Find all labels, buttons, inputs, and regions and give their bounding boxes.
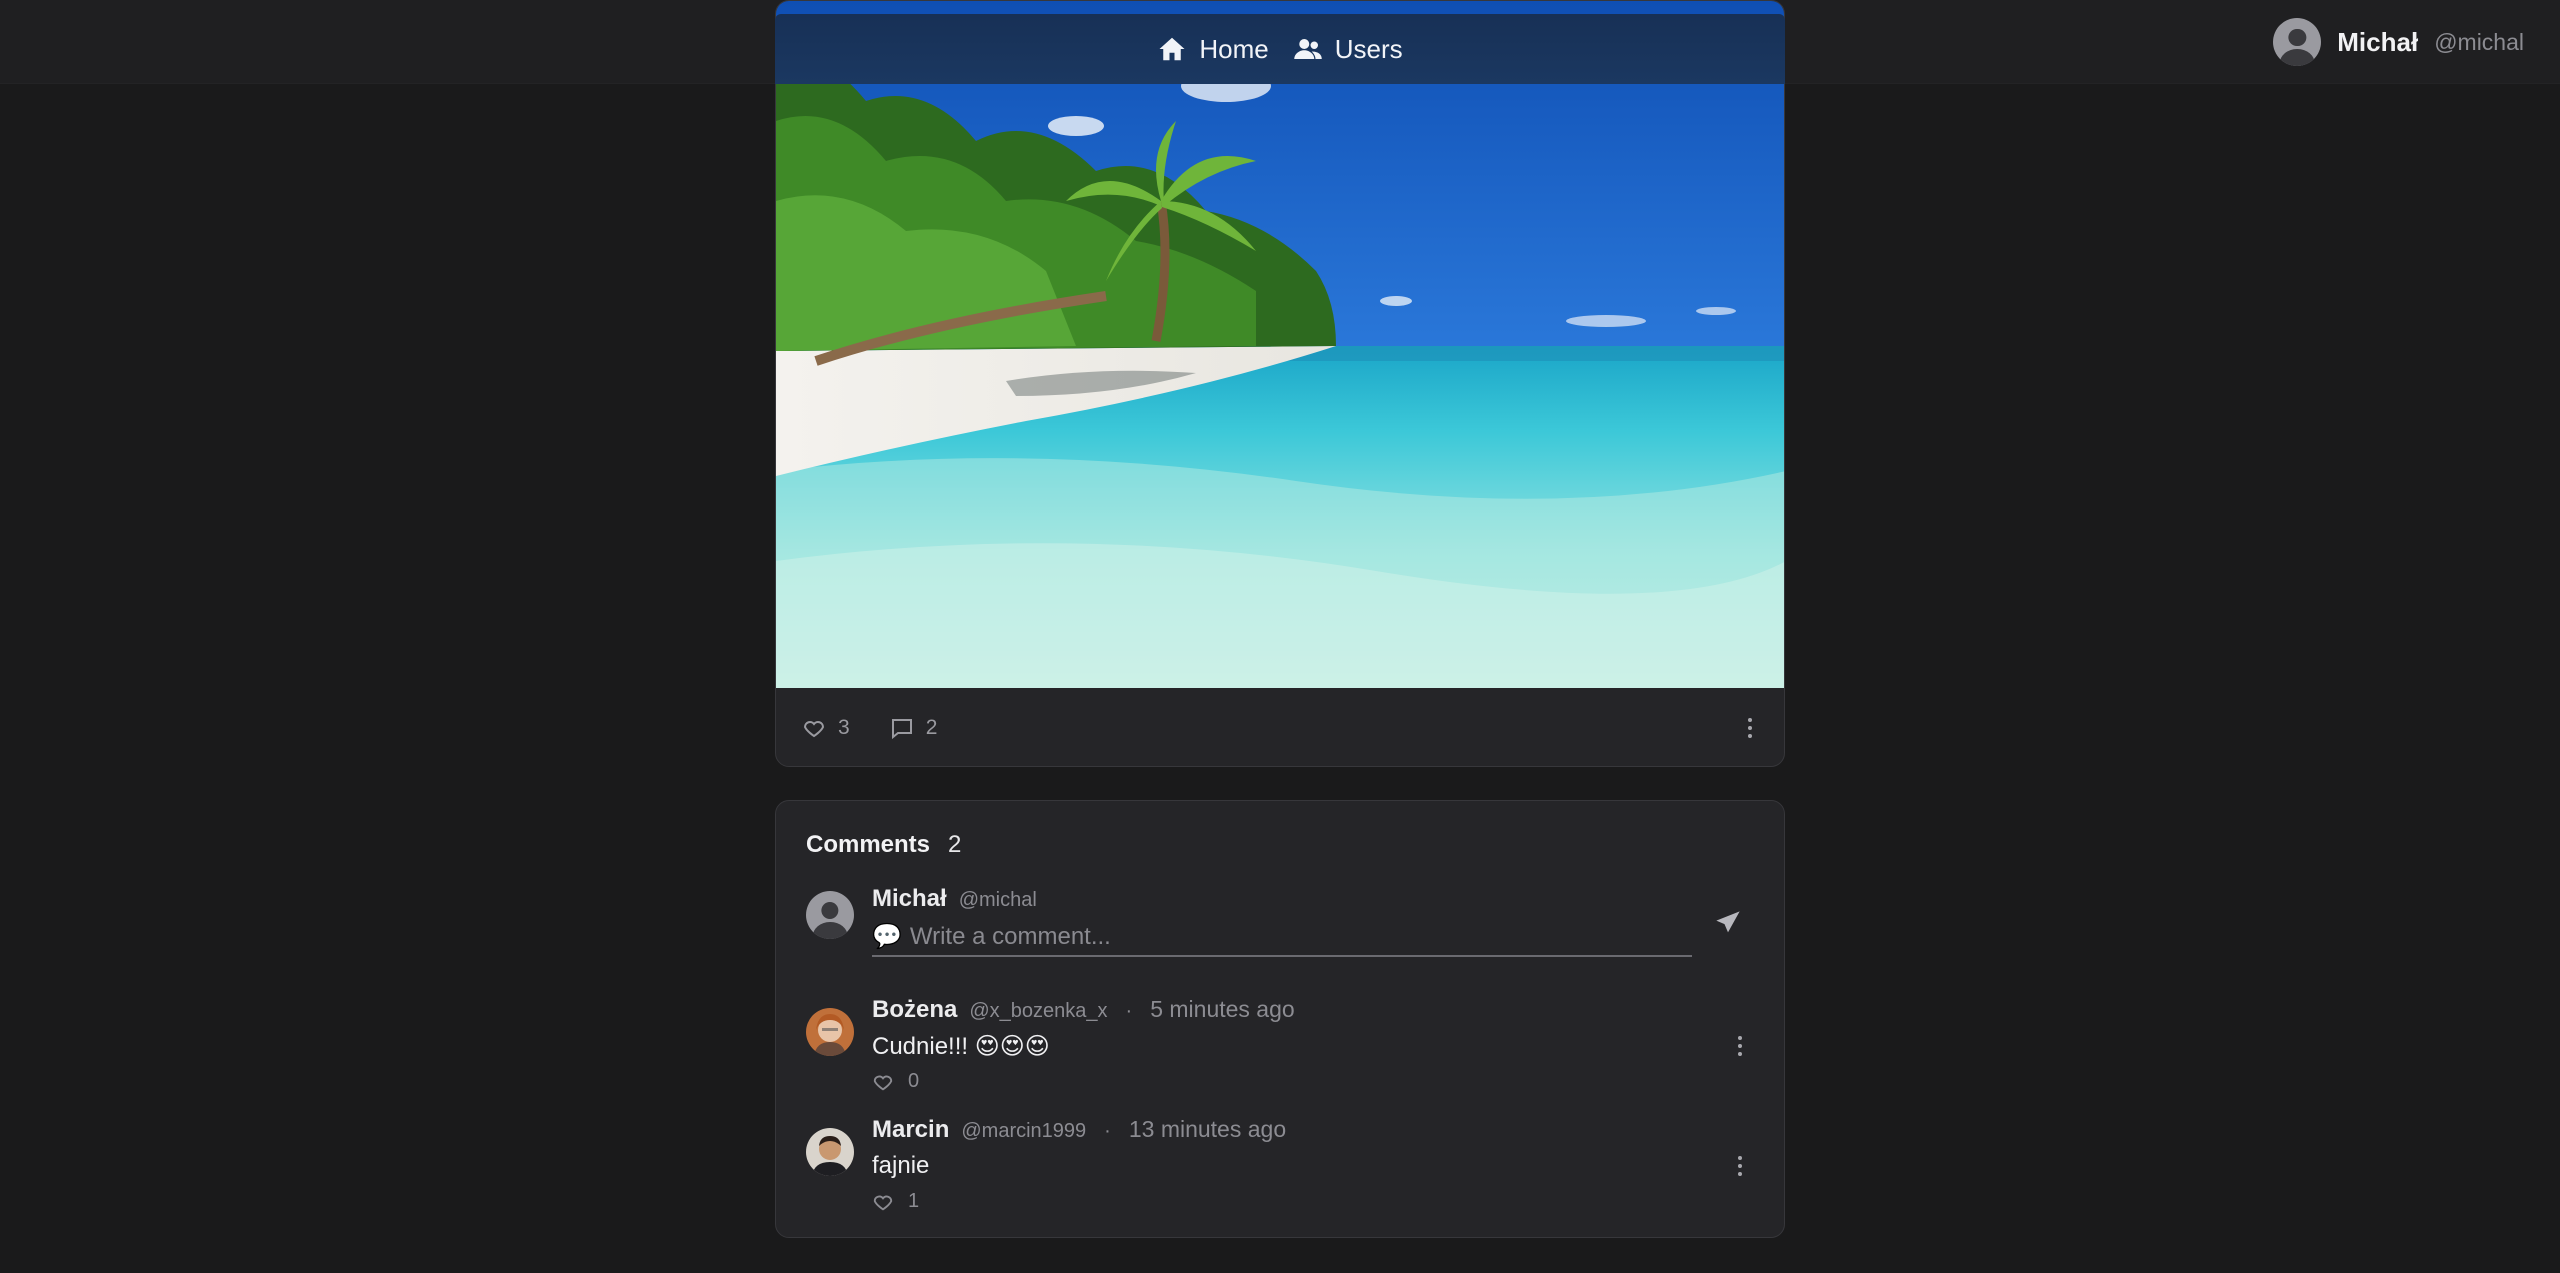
nav-users[interactable]: Users <box>1293 34 1403 65</box>
nav-users-label: Users <box>1334 33 1403 64</box>
beach-photo <box>776 1 1784 688</box>
speech-bubble-icon: 💬 <box>872 923 902 950</box>
marcin-photo <box>806 1128 854 1176</box>
comment-text: fajnie <box>872 1152 930 1179</box>
heart-icon <box>873 1195 893 1210</box>
comments-count: 2 <box>948 831 962 858</box>
comment-like-button[interactable]: 1 <box>872 1190 919 1213</box>
home-icon <box>1159 37 1185 61</box>
post-card: 3 2 <box>775 0 1785 767</box>
post-image[interactable] <box>776 1 1784 688</box>
comment-input[interactable] <box>909 923 1692 951</box>
heart-icon <box>873 1075 893 1090</box>
comment-time: 5 minutes ago <box>1150 996 1295 1022</box>
comment-item: Bożena @x_bozenka_x · 5 minutes ago Cudn… <box>806 996 1756 1096</box>
users-icon <box>1293 39 1322 59</box>
comment-author-avatar[interactable] <box>806 1008 854 1056</box>
current-user-avatar[interactable] <box>2273 18 2322 66</box>
comment-author[interactable]: Bożena <box>872 996 957 1024</box>
comment-author-avatar[interactable] <box>806 1128 854 1176</box>
send-comment-button[interactable] <box>1708 903 1748 943</box>
comment-like-count: 1 <box>908 1190 920 1212</box>
current-user-handle: @michal <box>2434 28 2524 55</box>
comment-like-button[interactable]: 0 <box>872 1070 919 1093</box>
post-actions: 3 2 <box>776 688 1784 766</box>
send-icon <box>1716 911 1740 933</box>
post-more-options-icon[interactable] <box>1742 712 1758 744</box>
post-like-button[interactable]: 3 <box>802 716 850 740</box>
post-comment-button[interactable]: 2 <box>890 716 938 740</box>
comment-author-handle: @marcin1999 <box>961 1120 1087 1142</box>
heart-icon <box>803 721 825 738</box>
main-nav: Home Users <box>775 14 1785 84</box>
comment-time: 13 minutes ago <box>1128 1116 1287 1142</box>
comment-author-handle: @x_bozenka_x <box>969 1000 1108 1022</box>
comment-icon <box>891 719 912 740</box>
comments-header: Comments 2 <box>806 831 961 859</box>
comment-text: Cudnie!!! 😍😍😍 <box>872 1033 1050 1060</box>
comment-header: Bożena @x_bozenka_x · 5 minutes ago <box>872 996 1295 1024</box>
comments-card: Comments 2 Michał @michal 💬 Bożena <box>775 800 1785 1238</box>
nav-home[interactable]: Home <box>1157 33 1269 65</box>
comment-header: Marcin @marcin1999 · 13 minutes ago <box>872 1116 1286 1144</box>
comment-more-options-icon[interactable] <box>1732 1150 1748 1182</box>
current-user-menu[interactable]: Michał @michal <box>2273 17 2524 67</box>
nav-home-label: Home <box>1199 33 1269 64</box>
comment-input-wrapper: 💬 <box>872 919 1692 957</box>
comment-item: Marcin @marcin1999 · 13 minutes ago fajn… <box>806 1116 1756 1216</box>
composer-user-name: Michał <box>872 885 947 912</box>
comment-author[interactable]: Marcin <box>872 1116 949 1144</box>
comment-separator: · <box>1125 1000 1133 1022</box>
composer-user-handle: @michal <box>958 889 1037 911</box>
post-comment-count: 2 <box>925 716 938 739</box>
comment-separator: · <box>1104 1120 1111 1142</box>
bozena-photo <box>806 1008 854 1056</box>
comment-like-count: 0 <box>908 1070 920 1092</box>
current-user-name[interactable]: Michał <box>2337 27 2418 58</box>
post-like-count: 3 <box>838 716 850 739</box>
comment-more-options-icon[interactable] <box>1732 1030 1748 1062</box>
composer-user: Michał @michal <box>872 885 1037 913</box>
comments-title: Comments <box>806 831 931 858</box>
composer-avatar <box>806 891 854 939</box>
comment-composer: Michał @michal 💬 <box>806 881 1756 961</box>
